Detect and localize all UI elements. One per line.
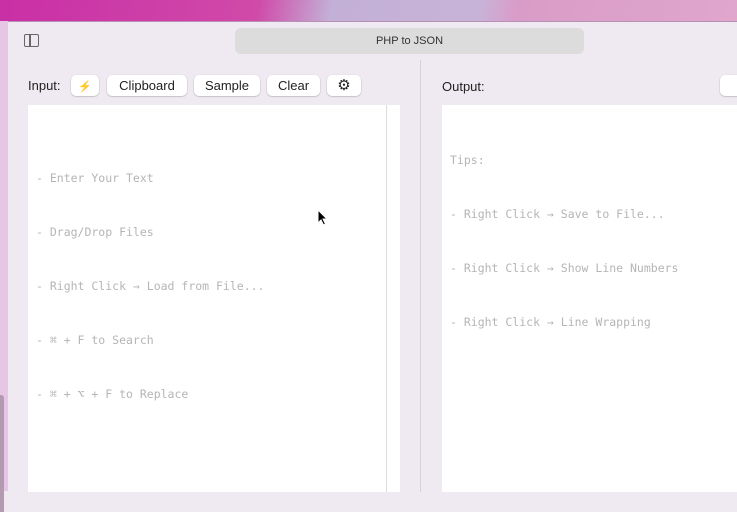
output-label: Output: [442,79,485,94]
gear-icon: ⚙ [337,77,351,94]
app-window: PHP to JSON Input: ⚡ Clipboard Sample Cl… [8,21,737,492]
sidebar-toggle-icon[interactable] [24,34,39,47]
background-window [0,21,8,512]
background-scrollbar [0,395,4,512]
placeholder-line: - ⌘ + F to Search [36,333,154,347]
settings-button[interactable]: ⚙ [327,75,361,96]
clear-button[interactable]: Clear [267,75,320,96]
placeholder-line: - ⌘ + ⌥ + F to Replace [36,387,189,401]
input-label: Input: [28,78,61,93]
input-editor[interactable]: - Enter Your Text - Drag/Drop Files - Ri… [28,105,400,492]
mouse-cursor-icon [317,209,329,226]
sample-button[interactable]: Sample [194,75,260,96]
lightning-icon: ⚡ [78,81,92,93]
output-editor[interactable]: Tips: - Right Click → Save to File... - … [442,105,737,492]
split-divider[interactable] [420,60,421,492]
tip-line: Tips: [450,153,485,167]
tip-line: - Right Click → Line Wrapping [450,315,651,329]
desktop-wallpaper [0,0,737,21]
run-button[interactable]: ⚡ [71,75,99,96]
tip-line: - Right Click → Save to File... [450,207,665,221]
output-action-button[interactable] [720,75,737,96]
tip-line: - Right Click → Show Line Numbers [450,261,679,275]
clipboard-button[interactable]: Clipboard [107,75,187,96]
window-title: PHP to JSON [235,28,584,54]
editor-scroll-divider [386,105,387,492]
placeholder-line: - Right Click → Load from File... [36,279,265,293]
placeholder-line: - Enter Your Text [36,171,154,185]
